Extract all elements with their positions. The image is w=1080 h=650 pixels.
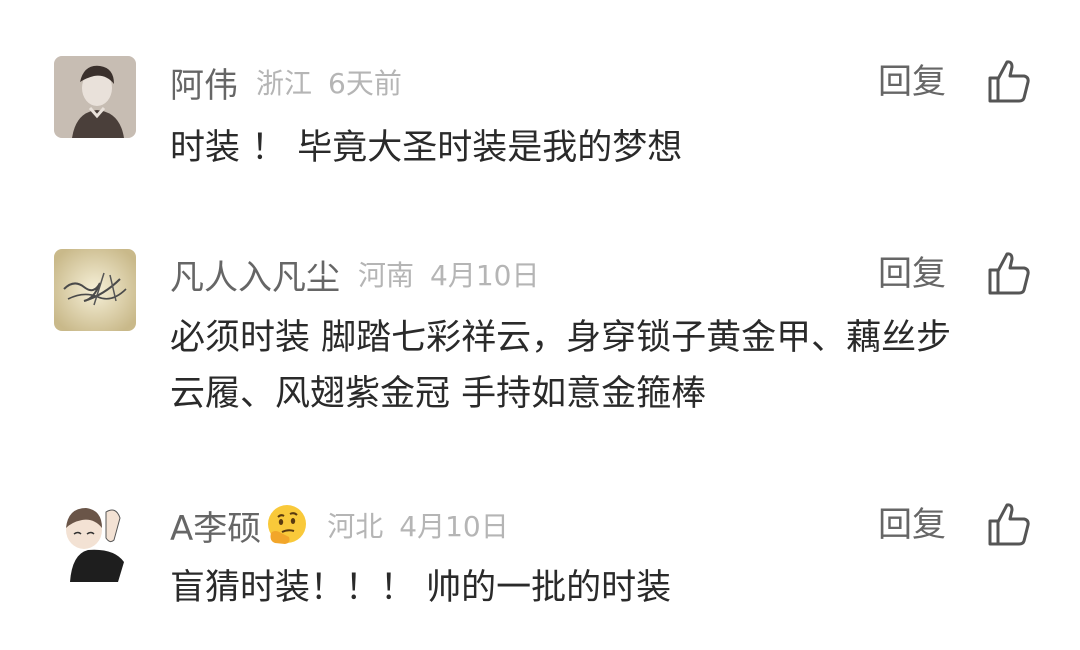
comment-line: 必须时装 脚踏七彩祥云，身穿锁子黄金甲、藕丝步 bbox=[170, 318, 952, 358]
comment-text: 时装 ！ 毕竟大圣时装是我的梦想 bbox=[170, 120, 682, 176]
avatar[interactable] bbox=[54, 500, 136, 582]
avatar-signature-image bbox=[54, 249, 136, 331]
comment-date: 4月10日 bbox=[399, 510, 509, 543]
thumbs-up-icon[interactable] bbox=[984, 58, 1032, 106]
comment-header: A李硕 河北 4月10日 bbox=[170, 497, 509, 553]
user-location: 河南 bbox=[358, 259, 415, 292]
user-name[interactable]: 阿伟 bbox=[170, 58, 238, 107]
user-location: 河北 bbox=[327, 510, 384, 543]
comment-header: 凡人入凡尘 河南 4月10日 bbox=[170, 246, 539, 302]
avatar-cartoon-image bbox=[54, 500, 136, 582]
avatar[interactable] bbox=[54, 249, 136, 331]
user-name[interactable]: A李硕 bbox=[170, 501, 261, 550]
comment-text: 必须时装 脚踏七彩祥云，身穿锁子黄金甲、藕丝步 云履、风翅紫金冠 手持如意金箍棒 bbox=[170, 310, 951, 422]
thinking-face-emoji-icon bbox=[268, 505, 307, 544]
comment-date: 6天前 bbox=[328, 67, 402, 100]
comment-header: 阿伟 浙江 6天前 bbox=[170, 54, 402, 110]
thumbs-up-icon[interactable] bbox=[984, 501, 1032, 549]
comment-date: 4月10日 bbox=[430, 259, 540, 292]
comment-text: 盲猜时装！！！ 帅的一批的时装 bbox=[170, 560, 671, 616]
comment-line: 盲猜时装！！！ 帅的一批的时装 bbox=[170, 568, 672, 608]
reply-button[interactable]: 回复 bbox=[878, 497, 946, 553]
user-name[interactable]: 凡人入凡尘 bbox=[170, 250, 340, 299]
reply-button[interactable]: 回复 bbox=[878, 54, 946, 110]
avatar-portrait-image bbox=[54, 56, 136, 138]
thumbs-up-icon[interactable] bbox=[984, 250, 1032, 298]
reply-button[interactable]: 回复 bbox=[878, 246, 946, 302]
comment-line: 时装 ！ 毕竟大圣时装是我的梦想 bbox=[170, 128, 683, 168]
comment-line: 云履、风翅紫金冠 手持如意金箍棒 bbox=[170, 374, 707, 414]
user-location: 浙江 bbox=[256, 67, 313, 100]
avatar[interactable] bbox=[54, 56, 136, 138]
